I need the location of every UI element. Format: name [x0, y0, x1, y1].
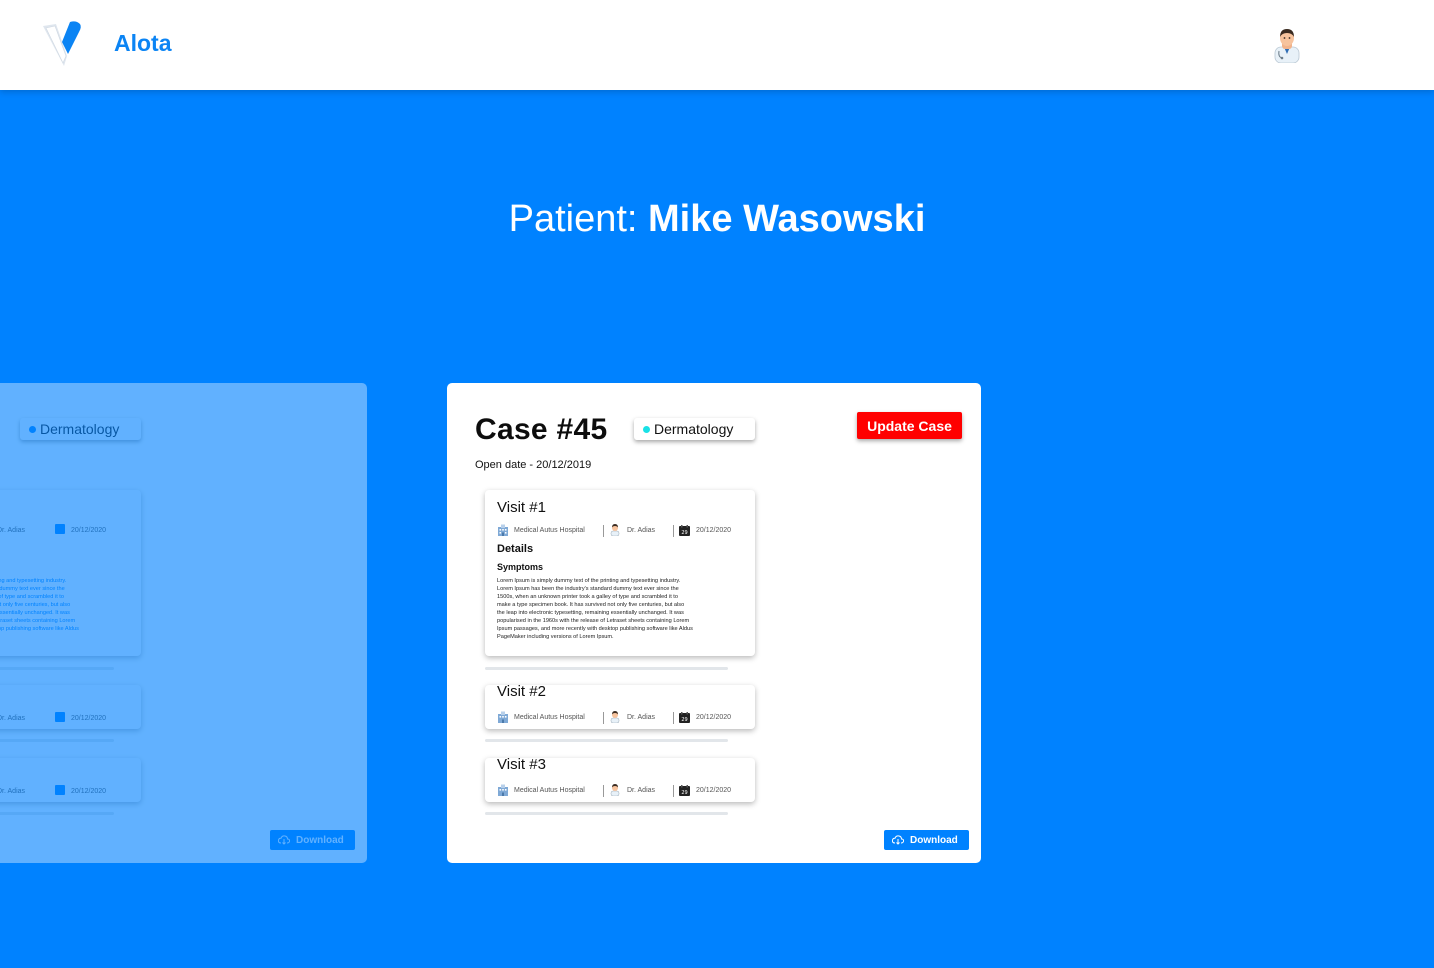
prev-visit-meta: Dr. Adias 20/12/2020: [0, 524, 133, 538]
previous-case-card[interactable]: Dermatology Dr. Adias 20/12/2020 Lorem I…: [0, 383, 367, 863]
hospital-icon: [498, 524, 508, 536]
patient-header: Patient: Mike Wasowski: [0, 198, 1434, 241]
prev-visit-underline: [0, 667, 114, 670]
prev-doctor-name: Dr. Adias: [0, 788, 26, 795]
visit-date: 20/12/2020: [696, 787, 732, 794]
visit-date: 20/12/2020: [696, 714, 732, 721]
doctor-icon: [610, 784, 620, 796]
prev-download-button[interactable]: Download: [270, 830, 355, 850]
calendar-icon: 29: [679, 525, 690, 536]
calendar-icon: [55, 785, 65, 795]
meta-divider: [673, 712, 674, 724]
specialty-dot: [29, 426, 36, 433]
meta-divider: [603, 785, 604, 797]
visit-card[interactable]: Visit #2 Medical Autus Hospital Dr. Adia…: [485, 683, 755, 729]
calendar-icon: [55, 524, 65, 534]
visit-date: 20/12/2020: [696, 527, 732, 534]
alota-logo-icon[interactable]: [40, 20, 92, 68]
prev-specialty-label: Dermatology: [40, 421, 120, 437]
prev-visit-card: Dr. Adias 20/12/2020: [0, 758, 141, 802]
doctor-name: Dr. Adias: [627, 714, 656, 721]
doctor-avatar-icon[interactable]: [1270, 27, 1304, 63]
prev-visit-date: 20/12/2020: [71, 715, 107, 722]
cloud-download-icon: [278, 835, 290, 845]
doctor-name: Dr. Adias: [627, 527, 656, 534]
download-label: Download: [910, 834, 958, 846]
patient-name: Mike Wasowski: [648, 198, 926, 240]
hospital-name: Medical Autus Hospital: [514, 714, 585, 721]
svg-text:29: 29: [681, 717, 687, 723]
top-navigation-bar: Alota: [0, 0, 1434, 90]
specialty-dot: [643, 426, 650, 433]
symptoms-heading: Symptoms: [497, 562, 544, 572]
svg-text:29: 29: [681, 530, 687, 536]
visit-title: Visit #1: [497, 499, 546, 516]
doctor-icon: [610, 524, 620, 536]
prev-visit-card: Dr. Adias 20/12/2020 Lorem Ipsum is simp…: [0, 490, 141, 656]
hospital-icon: [498, 784, 508, 796]
calendar-icon: 29: [679, 785, 690, 796]
download-button[interactable]: Download: [884, 830, 969, 850]
prev-visit-underline: [0, 739, 114, 742]
specialty-tag: Dermatology: [634, 418, 755, 440]
prev-visit-date: 20/12/2020: [71, 527, 107, 534]
visit-underline: [485, 812, 728, 815]
svg-text:29: 29: [681, 790, 687, 796]
prev-visit-date: 20/12/2020: [71, 788, 107, 795]
hospital-name: Medical Autus Hospital: [514, 787, 585, 794]
doctor-icon: [610, 711, 620, 723]
hospital-icon: [498, 711, 508, 723]
specialty-label: Dermatology: [654, 421, 734, 437]
hospital-name: Medical Autus Hospital: [514, 527, 585, 534]
visit-card[interactable]: Visit #1 Medical Autus Hospital Dr. Adia…: [485, 490, 755, 656]
visit-title: Visit #2: [497, 683, 546, 700]
visit-underline: [485, 667, 728, 670]
prev-visit-meta: Dr. Adias 20/12/2020: [0, 712, 133, 726]
visit-underline: [485, 739, 728, 742]
visit-meta: Medical Autus Hospital Dr. Adias 29 20/1…: [497, 524, 747, 538]
case-card: Case #45 Dermatology Update Case Open da…: [447, 383, 981, 863]
prev-doctor-name: Dr. Adias: [0, 527, 26, 534]
symptoms-text: Lorem Ipsum is simply dummy text of the …: [497, 578, 693, 640]
visit-title: Visit #3: [497, 756, 546, 773]
case-title: Case #45: [475, 413, 608, 446]
prev-download-label: Download: [296, 834, 344, 846]
prev-specialty-tag: Dermatology: [20, 418, 141, 440]
meta-divider: [603, 525, 604, 537]
doctor-name: Dr. Adias: [627, 787, 656, 794]
prev-visit-underline: [0, 812, 114, 815]
meta-divider: [603, 712, 604, 724]
visit-card[interactable]: Visit #3 Medical Autus Hospital Dr. Adia…: [485, 756, 755, 802]
open-date: Open date - 20/12/2019: [475, 459, 592, 471]
prev-visit-card: Dr. Adias 20/12/2020: [0, 685, 141, 729]
calendar-icon: 29: [679, 712, 690, 723]
meta-divider: [673, 785, 674, 797]
prev-doctor-name: Dr. Adias: [0, 715, 26, 722]
cloud-download-icon: [892, 835, 904, 845]
details-heading: Details: [497, 543, 534, 555]
prev-symptoms-text: Lorem Ipsum is simply dummy text of the …: [0, 578, 79, 632]
update-case-button[interactable]: Update Case: [857, 412, 962, 439]
patient-label: Patient:: [508, 198, 638, 240]
visit-meta: Medical Autus Hospital Dr. Adias 29 20/1…: [497, 711, 747, 725]
prev-visit-meta: Dr. Adias 20/12/2020: [0, 785, 133, 799]
calendar-icon: [55, 712, 65, 722]
brand-name[interactable]: Alota: [114, 30, 172, 57]
meta-divider: [673, 525, 674, 537]
visit-meta: Medical Autus Hospital Dr. Adias 29 20/1…: [497, 784, 747, 798]
